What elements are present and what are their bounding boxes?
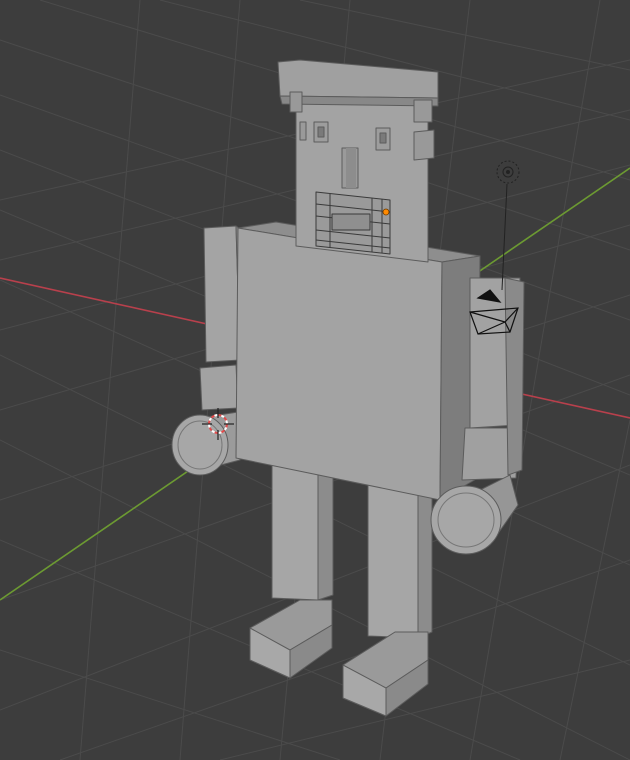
robot-model[interactable] <box>171 59 525 717</box>
robot-right-leg[interactable] <box>342 479 433 717</box>
robot-left-eye <box>313 121 329 143</box>
robot-head[interactable] <box>277 59 439 263</box>
light-object-icon[interactable] <box>496 160 520 291</box>
robot-torso[interactable] <box>235 221 481 501</box>
viewport-canvas[interactable] <box>0 0 630 760</box>
robot-left-hand[interactable] <box>171 411 241 476</box>
robot-left-leg[interactable] <box>249 454 334 679</box>
3d-viewport[interactable] <box>0 0 630 760</box>
robot-mouth[interactable] <box>315 191 391 255</box>
robot-right-eye <box>375 127 391 151</box>
object-origin-point[interactable] <box>382 208 390 216</box>
